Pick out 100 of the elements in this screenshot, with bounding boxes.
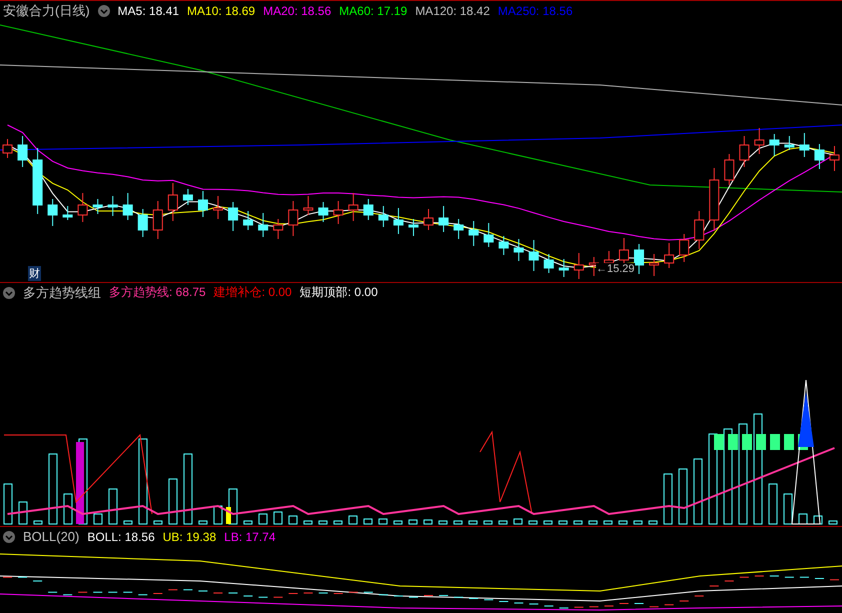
indicator-bar [94, 514, 102, 524]
price-tick [634, 603, 644, 604]
candlestick [664, 242, 674, 268]
price-tick [498, 601, 509, 602]
price-tick [92, 592, 103, 593]
indicator-bar [588, 520, 598, 524]
indicator-bar [544, 520, 552, 524]
indicator-bar [664, 474, 672, 524]
dropdown-icon[interactable] [3, 530, 15, 542]
price-tick [468, 598, 479, 599]
candlestick [303, 196, 314, 216]
indicator-bar [34, 520, 42, 524]
price-tick [799, 576, 810, 578]
candlestick [243, 210, 254, 230]
candlestick [182, 188, 193, 206]
candlestick [108, 196, 118, 216]
candlestick [769, 134, 780, 156]
price-tick [724, 580, 734, 582]
dropdown-icon[interactable] [98, 4, 110, 16]
candlestick [634, 244, 644, 274]
indicator-bar [528, 520, 538, 524]
candlestick [333, 200, 344, 224]
indicator-bar [574, 520, 582, 524]
candlestick [48, 198, 58, 226]
indicator-value: 建增补仓: 0.00 [214, 284, 292, 301]
indicator-bar [318, 520, 328, 524]
candlestick [754, 128, 764, 154]
price-tick [2, 576, 13, 578]
indicator-bar [378, 518, 388, 524]
candlestick [679, 234, 690, 262]
price-tick [18, 576, 28, 578]
indicator-bar [514, 518, 522, 524]
candlestick [649, 254, 660, 276]
indicator-title: BOLL(20) [23, 529, 80, 544]
price-tick [574, 606, 584, 608]
price-tick [333, 593, 344, 594]
candlestick [574, 252, 584, 280]
candlestick [544, 254, 554, 274]
indicator-bar [424, 520, 432, 524]
candlestick [348, 192, 358, 222]
indicator-bar [828, 520, 838, 524]
indicator-bar [64, 494, 72, 524]
signal-block [756, 434, 766, 450]
candlestick [273, 218, 284, 240]
indicator-bar [348, 516, 358, 524]
price-tick [424, 595, 434, 596]
candlestick [363, 198, 374, 220]
price-tick [829, 579, 840, 580]
candlestick [62, 206, 73, 220]
indicator-value: 多方趋势线: 68.75 [109, 284, 206, 301]
indicator-bar [274, 512, 282, 524]
ma-value: MA60: 17.19 [339, 4, 408, 18]
peak-fill [798, 392, 814, 447]
candlestick [528, 240, 539, 272]
ma-value: MA250: 18.56 [498, 4, 573, 18]
price-tick [378, 594, 388, 596]
indicator-bar [198, 520, 208, 524]
price-tick [122, 592, 133, 593]
indicator-bar [4, 484, 12, 524]
indicator-bar [408, 520, 418, 524]
candlestick [258, 212, 268, 238]
indicator-bar [18, 502, 28, 524]
candlestick [438, 206, 449, 232]
candlestick [468, 220, 479, 246]
candlestick [498, 236, 509, 256]
candlestick [694, 210, 704, 250]
indicator-value: 短期顶部: 0.00 [300, 284, 378, 301]
indicator-bar [798, 514, 808, 524]
indicator-bar [394, 520, 402, 524]
candlestick [18, 136, 28, 168]
price-tick [664, 604, 674, 606]
price-tick [348, 592, 358, 593]
price-tick [408, 596, 418, 598]
indicator-bar [124, 520, 132, 524]
indicator-bar [364, 518, 372, 524]
finance-badge[interactable]: 财 [28, 266, 41, 281]
indicator-bar [438, 520, 448, 524]
indicator-bar [288, 516, 298, 524]
candlestick [829, 146, 840, 172]
indicator-bar [678, 468, 688, 524]
candlestick [454, 218, 464, 240]
indicator-bar [648, 520, 658, 524]
price-tick [108, 592, 118, 593]
indicator-bar [784, 494, 792, 524]
price-tick [48, 592, 58, 593]
price-tick [588, 606, 599, 608]
candlestick [122, 192, 133, 220]
ma-value: MA5: 18.41 [118, 4, 180, 18]
price-tick [438, 595, 449, 596]
indicator-bar [468, 520, 478, 524]
candlestick [484, 222, 494, 248]
dropdown-icon[interactable] [3, 286, 15, 298]
price-tick [168, 589, 178, 590]
price-tick [363, 592, 374, 593]
candlestick [152, 200, 163, 240]
price-tick [649, 606, 660, 608]
indicator-bar [558, 520, 568, 524]
indicator-bar [214, 506, 222, 524]
stock-title: 安徽合力(日线) [3, 2, 90, 20]
candlestick [709, 168, 720, 232]
